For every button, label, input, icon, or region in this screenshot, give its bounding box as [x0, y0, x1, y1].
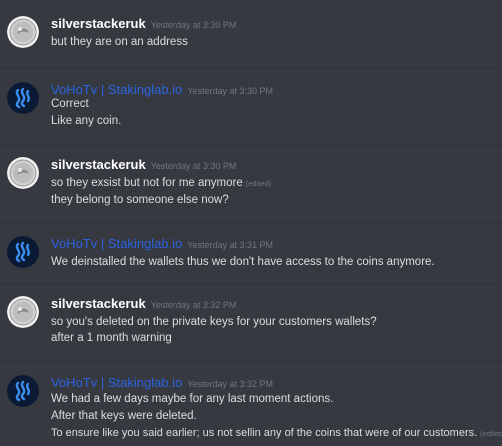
message-text: after a 1 month warning	[51, 332, 172, 344]
author-name[interactable]: VoHoTv | Stakinglab.io	[51, 375, 182, 390]
message-text: After that keys were deleted.	[51, 410, 197, 422]
steem-logo-avatar[interactable]	[7, 236, 39, 268]
steem-logo-avatar[interactable]	[7, 375, 39, 407]
message-timestamp: Yesterday at 3:30 PM	[150, 161, 237, 171]
message-text-content: To ensure like you said earlier; us not …	[51, 427, 478, 439]
message-text: We deinstalled the wallets thus we don't…	[51, 256, 435, 268]
author-name[interactable]: silverstackeruk	[51, 296, 146, 311]
edited-label: (edited)	[245, 179, 272, 188]
message-divider	[0, 361, 502, 362]
message-divider	[0, 67, 502, 68]
message-timestamp: Yesterday at 3:30 PM	[187, 86, 274, 96]
message-timestamp: Yesterday at 3:30 PM	[150, 20, 237, 30]
silver-coin-avatar[interactable]	[7, 157, 39, 189]
silver-coin-avatar[interactable]	[7, 296, 39, 328]
author-name[interactable]: silverstackeruk	[51, 16, 146, 31]
message-text: they belong to someone else now?	[51, 194, 229, 206]
author-name[interactable]: silverstackeruk	[51, 157, 146, 172]
message-timestamp: Yesterday at 3:32 PM	[187, 379, 274, 389]
message-text: so you's deleted on the private keys for…	[51, 316, 377, 328]
author-name[interactable]: VoHoTv | Stakinglab.io	[51, 82, 182, 97]
message-divider	[0, 222, 502, 223]
message-divider	[0, 145, 502, 146]
message-text: Correct	[51, 98, 89, 110]
chat-log: silverstackeruk Yesterday at 3:30 PM but …	[0, 0, 502, 446]
message-timestamp: Yesterday at 3:32 PM	[150, 300, 237, 310]
silver-coin-avatar[interactable]	[7, 16, 39, 48]
message-timestamp: Yesterday at 3:31 PM	[187, 240, 274, 250]
edited-label: (edited)	[480, 429, 502, 438]
message-text: To ensure like you said earlier; us not …	[51, 425, 502, 442]
message-text: We had a few days maybe for any last mom…	[51, 393, 334, 405]
message-text: but they are on an address	[51, 36, 188, 48]
steem-logo-avatar[interactable]	[7, 82, 39, 114]
author-name[interactable]: VoHoTv | Stakinglab.io	[51, 236, 182, 251]
message-text: so they exsist but not for me anymore (ed…	[51, 175, 271, 192]
message-text: Like any coin.	[51, 115, 122, 127]
message-divider	[0, 283, 502, 284]
message-text-content: so they exsist but not for me anymore	[51, 177, 243, 189]
